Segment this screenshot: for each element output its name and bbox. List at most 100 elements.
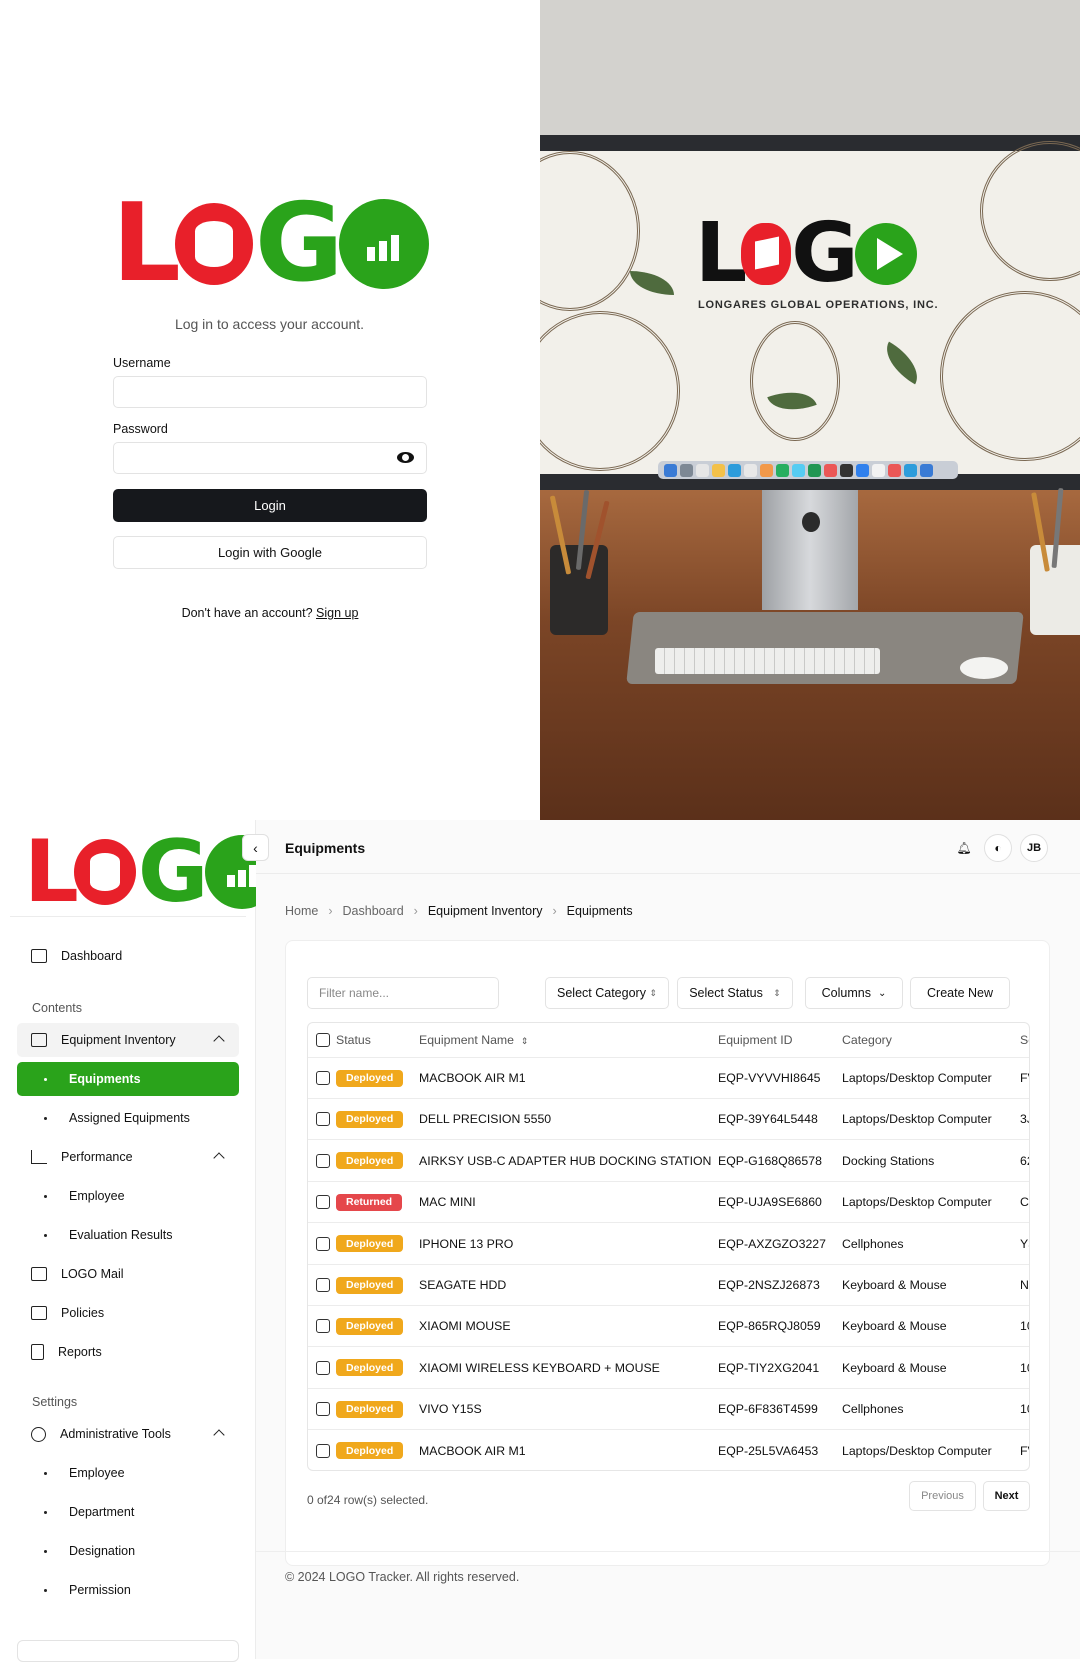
create-new-button[interactable]: Create New [910,977,1010,1009]
sidebar-item-admin-employee[interactable]: Employee [17,1456,239,1490]
equipment-id-cell: EQP-G168Q86578 [718,1153,822,1168]
status-badge: Deployed [336,1235,404,1253]
sidebar-item-equipments[interactable]: Equipments [17,1062,239,1096]
table-row[interactable]: Deployed XIAOMI WIRELESS KEYBOARD + MOUSE… [308,1348,1029,1389]
sidebar-item-assigned-equipments[interactable]: Assigned Equipments [17,1101,239,1135]
sidebar-item-logo-mail[interactable]: LOGO Mail [17,1257,239,1291]
row-checkbox[interactable] [316,1278,330,1292]
table-row[interactable]: Deployed SEAGATE HDD EQP-2NSZJ26873 Keyboar… [308,1265,1029,1306]
row-checkbox[interactable] [316,1360,330,1375]
table-row[interactable]: Returned MAC MINI EQP-UJA9SE6860 Laptops/De… [308,1182,1029,1224]
row-checkbox[interactable] [316,1112,330,1127]
status-badge: Deployed [336,1069,404,1087]
row-checkbox[interactable] [316,1319,330,1334]
table-row[interactable]: Deployed MACBOOK AIR M1 EQP-25L5VA6453 Lapt… [308,1431,1029,1470]
collapse-sidebar-button[interactable]: ‹ [242,834,269,861]
sidebar-item-equipment-inventory[interactable]: Equipment Inventory [17,1023,239,1057]
select-status-dropdown[interactable]: Select Status ⇕ [677,977,793,1009]
row-checkbox[interactable] [316,1236,330,1251]
row-checkbox[interactable] [316,1071,330,1085]
status-badge: Deployed [336,1400,404,1418]
username-input[interactable] [113,376,427,408]
server-icon [31,1033,47,1047]
row-checkbox[interactable] [316,1153,330,1168]
table-row[interactable]: Deployed MACBOOK AIR M1 EQP-VYVVHI8645 Lapt… [308,1058,1029,1099]
serial-cell: 62 [1020,1153,1029,1168]
mail-icon [31,1267,47,1281]
row-checkbox[interactable] [316,1443,330,1458]
column-header-equipment-name[interactable]: Equipment Name ⇕ [419,1033,528,1047]
equipment-name-cell: VIVO Y15S [419,1402,482,1417]
breadcrumb-equipments: Equipments [566,904,633,918]
sidebar-item-dashboard[interactable]: Dashboard [17,939,239,973]
gear-icon [31,1426,46,1442]
chevron-up-icon [213,1429,225,1441]
equipment-id-cell: EQP-25L5VA6453 [718,1443,819,1458]
serial-cell: NA [1020,1278,1029,1292]
sidebar-item-policies[interactable]: Policies [17,1296,239,1330]
status-badge: Deployed [336,1317,404,1335]
show-password-eye-icon[interactable] [397,452,414,463]
select-category-dropdown[interactable]: Select Category ⇕ [545,977,669,1009]
equipment-name-cell: MACBOOK AIR M1 [419,1071,526,1085]
breadcrumb-dashboard[interactable]: Dashboard [343,904,404,918]
keyboard [655,648,880,674]
column-header-category: Category [842,1033,892,1047]
login-button[interactable]: Login [113,489,427,522]
sidebar-item-department[interactable]: Department [17,1495,239,1529]
table-row[interactable]: Deployed DELL PRECISION 5550 EQP-39Y64L544… [308,1099,1029,1141]
equipment-name-cell: AIRKSY USB-C ADAPTER HUB DOCKING STATION [419,1153,712,1168]
sidebar-item-designation[interactable]: Designation [17,1534,239,1568]
filter-name-input[interactable]: Filter name... [307,977,499,1009]
table-row[interactable]: Deployed VIVO Y15S EQP-6F836T4599 Cellphone… [308,1389,1029,1431]
login-panel: L G Log in to access your account. Usern… [0,0,540,820]
database-icon [174,203,253,285]
hero-desk-image: L G LONGARES GLOBAL OPERATIONS, INC. [540,0,1080,820]
equipment-id-cell: EQP-UJA9SE6860 [718,1195,822,1210]
select-all-checkbox[interactable] [316,1033,330,1047]
chevron-down-icon: ⌄ [877,987,887,999]
status-badge: Deployed [336,1276,404,1294]
breadcrumb-equipment-inventory[interactable]: Equipment Inventory [428,904,543,918]
signup-prompt: Don't have an account? [181,606,313,620]
table-row[interactable]: Deployed AIRKSY USB-C ADAPTER HUB DOCKING… [308,1141,1029,1182]
sidebar-item-reports[interactable]: Reports [17,1335,239,1369]
sidebar-item-permission[interactable]: Permission [17,1573,239,1607]
divider [256,1551,1080,1552]
mouse [960,657,1008,679]
column-header-serial: Se [1020,1033,1029,1047]
chevron-up-icon [213,1035,225,1047]
cube-icon [741,223,792,285]
sidebar-item-administrative-tools[interactable]: Administrative Tools [17,1417,239,1451]
breadcrumb-home[interactable]: Home [285,904,318,918]
row-checkbox[interactable] [316,1402,330,1417]
theme-toggle-icon[interactable]: ◐ [984,834,1012,862]
row-checkbox[interactable] [316,1195,330,1210]
avatar[interactable]: JB [1020,834,1048,862]
bell-icon[interactable]: 🔔︎ [950,834,978,862]
wall [540,0,1080,135]
apple-logo-icon [802,512,820,532]
top-bar: ‹ Equipments 🔔︎ ◐ JB [242,820,1080,874]
app-dock [658,461,958,479]
contents-group-label: Contents [32,1001,83,1015]
columns-button[interactable]: Columns ⌄ [805,977,903,1009]
column-header-equipment-id: Equipment ID [718,1033,793,1047]
sidebar-item-performance-employee[interactable]: Employee [17,1179,239,1213]
password-input[interactable] [113,442,427,474]
previous-page-button[interactable]: Previous [909,1481,976,1511]
grid-icon [31,949,47,963]
sidebar-item-evaluation-results[interactable]: Evaluation Results [17,1218,239,1252]
table-row[interactable]: Deployed XIAOMI MOUSE EQP-865RQJ8059 Keyboa… [308,1306,1029,1348]
equipment-name-cell: DELL PRECISION 5550 [419,1112,552,1127]
signup-link[interactable]: Sign up [316,606,358,620]
page-title: Equipments [285,840,366,856]
next-page-button[interactable]: Next [983,1481,1030,1511]
login-with-google-button[interactable]: Login with Google [113,536,427,569]
table-row[interactable]: Deployed IPHONE 13 PRO EQP-AXZGZO3227 Cellp… [308,1224,1029,1265]
category-cell: Cellphones [842,1236,904,1251]
chevron-right-icon: › [328,904,333,918]
screen-logo: L G [695,213,917,295]
sidebar-item-performance[interactable]: Performance [17,1140,239,1174]
serial-cell: C0 [1020,1195,1029,1210]
